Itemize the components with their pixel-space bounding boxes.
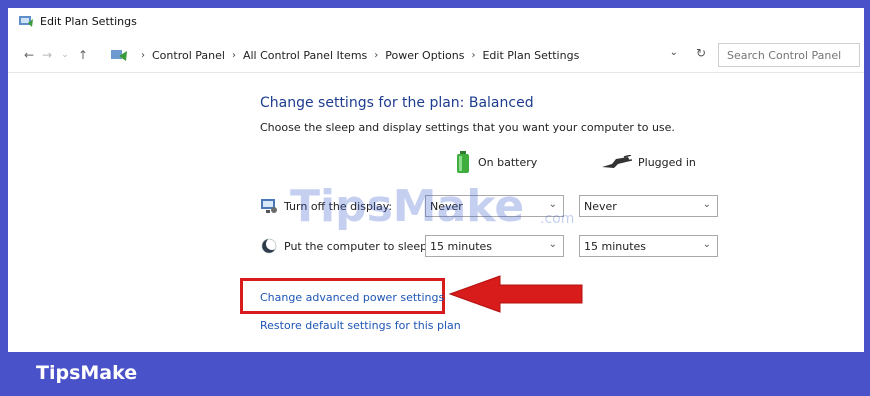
title-bar: Edit Plan Settings	[8, 8, 864, 34]
plug-icon	[602, 155, 632, 168]
column-on-battery: On battery	[456, 151, 537, 173]
display-plugged-value: Never	[584, 199, 617, 213]
up-arrow-icon[interactable]: ↑	[74, 45, 92, 65]
sleep-battery-value: 15 minutes	[430, 239, 493, 253]
plan-settings-content: Change settings for the plan: Balanced C…	[8, 73, 864, 352]
forward-arrow-icon[interactable]: →	[38, 45, 56, 65]
change-advanced-power-settings-link[interactable]: Change advanced power settings	[260, 291, 444, 304]
sleep-plugged-select[interactable]: 15 minutes ⌄	[579, 235, 718, 257]
breadcrumb-power-options[interactable]: Power Options	[385, 49, 464, 62]
sleep-setting-label: Put the computer to sleep:	[284, 239, 431, 253]
chevron-down-icon: ⌄	[702, 199, 711, 210]
page-title: Change settings for the plan: Balanced	[260, 95, 534, 111]
column-plugged-in: Plugged in	[600, 155, 696, 169]
breadcrumb-separator: ›	[471, 49, 476, 61]
window-title: Edit Plan Settings	[40, 14, 137, 28]
column-on-battery-label: On battery	[478, 155, 538, 169]
sleep-battery-select[interactable]: 15 minutes ⌄	[425, 235, 564, 257]
display-plugged-select[interactable]: Never ⌄	[579, 195, 718, 217]
address-bar[interactable]: › Control Panel › All Control Panel Item…	[110, 43, 712, 67]
breadcrumb-separator: ›	[374, 49, 379, 61]
power-options-icon	[19, 16, 33, 27]
chevron-down-icon: ⌄	[702, 239, 711, 250]
battery-icon	[457, 151, 469, 173]
footer-brand: TipsMake	[36, 362, 138, 384]
moon-icon	[261, 238, 278, 254]
display-setting-label: Turn off the display:	[284, 199, 393, 213]
frame-top-border	[0, 0, 870, 8]
recent-locations-chevron-icon[interactable]: ⌄	[56, 45, 74, 65]
chevron-down-icon: ⌄	[548, 199, 557, 210]
restore-default-settings-link[interactable]: Restore default settings for this plan	[260, 319, 461, 332]
annotation-arrow-icon	[448, 275, 583, 313]
back-arrow-icon[interactable]: ←	[20, 45, 38, 65]
breadcrumb-separator: ›	[141, 49, 145, 61]
column-plugged-in-label: Plugged in	[638, 155, 696, 169]
navigation-bar: ← → ⌄ ↑ › Control Panel › All Control Pa…	[8, 40, 864, 70]
breadcrumb-edit-plan[interactable]: Edit Plan Settings	[482, 49, 579, 62]
footer-banner: TipsMake	[0, 352, 870, 396]
display-icon	[261, 199, 277, 213]
control-panel-icon	[111, 50, 127, 61]
frame-left-border	[0, 0, 8, 352]
display-setting-row: Turn off the display:	[260, 197, 392, 215]
chevron-down-icon: ⌄	[548, 239, 557, 250]
display-battery-value: Never	[430, 199, 463, 213]
address-dropdown-chevron-icon[interactable]: ⌄	[670, 47, 678, 58]
display-battery-select[interactable]: Never ⌄	[425, 195, 564, 217]
frame-right-border	[864, 0, 870, 352]
breadcrumb-all-items[interactable]: All Control Panel Items	[243, 49, 367, 62]
control-panel-window: Edit Plan Settings ← → ⌄ ↑ › Control Pan…	[8, 8, 864, 352]
page-description: Choose the sleep and display settings th…	[260, 121, 675, 134]
refresh-icon[interactable]: ↻	[696, 46, 706, 60]
sleep-plugged-value: 15 minutes	[584, 239, 647, 253]
breadcrumb-control-panel[interactable]: Control Panel	[152, 49, 225, 62]
search-input[interactable]	[718, 43, 860, 67]
breadcrumb-separator: ›	[231, 49, 236, 61]
sleep-setting-row: Put the computer to sleep:	[260, 237, 431, 255]
